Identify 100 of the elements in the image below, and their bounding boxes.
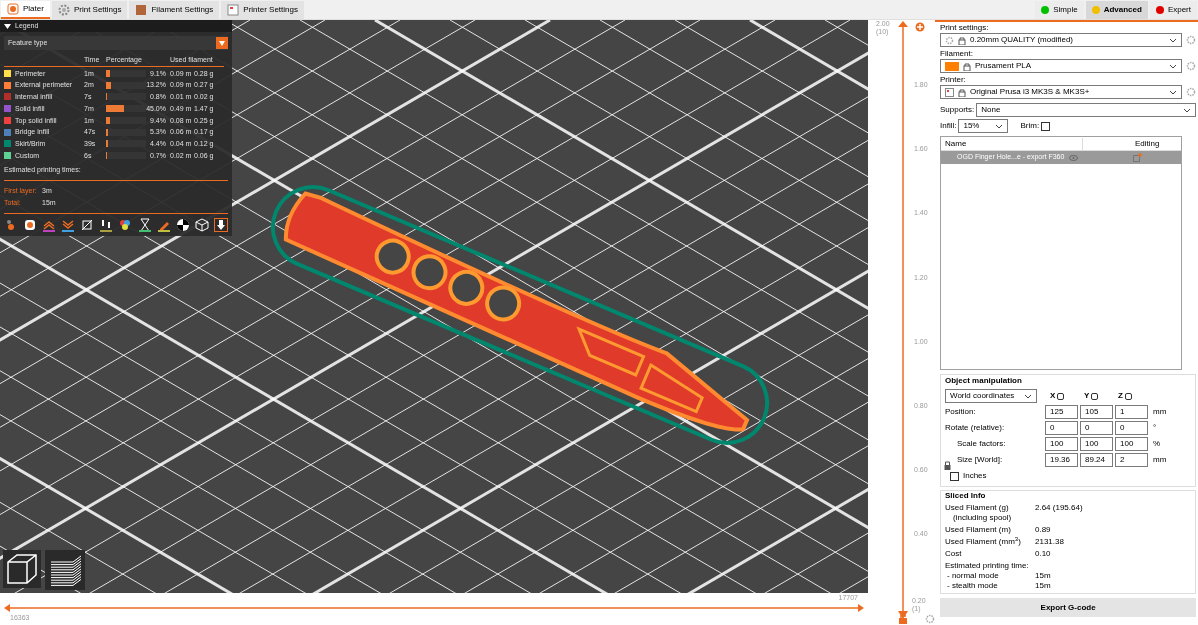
field-label: Size [World]: — [957, 454, 1004, 466]
vertical-slider-track[interactable] — [896, 21, 910, 621]
color-circles-icon[interactable] — [118, 217, 133, 232]
checkbox-label: Inches — [963, 470, 987, 482]
plus-thumb-icon[interactable] — [915, 22, 925, 32]
tab[interactable]: Filament Settings — [129, 0, 220, 19]
number-field[interactable]: 19.36 — [1045, 453, 1078, 467]
field-label: Position: — [945, 406, 977, 418]
horizontal-slider-track[interactable] — [4, 603, 864, 613]
axis-label: Z — [1118, 390, 1123, 402]
mode-button[interactable]: Expert — [1149, 0, 1197, 19]
info-value: 2131.38 — [1035, 537, 1064, 547]
dropdown[interactable]: None — [976, 103, 1197, 117]
reset-axis-icon[interactable] — [1091, 392, 1099, 400]
info-value: 2.64 (195.64) — [1035, 503, 1083, 514]
info-label: Used Filament (m) — [945, 525, 1012, 535]
number-field[interactable]: 100 — [1045, 437, 1078, 451]
dropdown[interactable]: World coordinates — [945, 389, 1037, 403]
checkbox[interactable] — [1041, 121, 1051, 131]
reset-axis-icon[interactable] — [1057, 392, 1065, 400]
field-label: Rotate (relative): — [945, 422, 1006, 434]
field-label: Print settings: — [940, 23, 990, 33]
section-title: Sliced Info — [945, 491, 987, 501]
field-label: Supports: — [940, 104, 975, 116]
triangle-icon — [4, 22, 11, 30]
info-value: 15m — [1035, 581, 1051, 591]
number-field[interactable]: 105 — [1080, 405, 1113, 419]
padlock-icon — [958, 87, 966, 97]
info-label: - stealth mode — [946, 581, 999, 591]
number-field[interactable]: 1 — [1115, 405, 1148, 419]
chevron-down-icon — [1183, 107, 1192, 113]
unit-label: mm — [1153, 454, 1167, 466]
number-field[interactable]: 100 — [1080, 437, 1113, 451]
printer-icon — [227, 3, 240, 16]
number-field[interactable]: 0 — [1045, 421, 1078, 435]
number-field[interactable]: 0 — [1115, 421, 1148, 435]
tab[interactable]: Print Settings — [51, 0, 128, 19]
info-label: Used Filament (mm$^{3}$) — [945, 537, 1022, 547]
sliced-square-icon[interactable] — [80, 217, 95, 232]
number-field[interactable]: 125 — [1045, 405, 1078, 419]
field-label: Brim: — [1020, 120, 1040, 132]
preset-value: Prusament PLA — [975, 60, 1033, 72]
hourglass-icon[interactable] — [137, 217, 152, 232]
mode-button[interactable]: Simple — [1035, 0, 1084, 19]
chevron-down-icon — [995, 123, 1004, 129]
column-header: Name — [941, 137, 1083, 150]
info-label: Used Filament (g) — [945, 503, 1010, 513]
axis-label: X — [1050, 390, 1056, 402]
number-field[interactable]: 0 — [1080, 421, 1113, 435]
padlock-icon[interactable] — [944, 461, 951, 470]
gear-icon — [57, 3, 70, 16]
export-gcode-button[interactable]: Export G-code — [940, 598, 1197, 617]
tab[interactable]: Plater — [1, 0, 50, 19]
section-title: Object manipulation — [945, 375, 1023, 387]
cube-view-icon[interactable] — [3, 550, 41, 588]
mode-button[interactable]: Advanced — [1085, 0, 1148, 19]
padlock-icon — [958, 35, 966, 45]
number-field[interactable]: 89.24 — [1080, 453, 1113, 467]
unit-label: % — [1153, 438, 1161, 450]
checkbox[interactable] — [950, 471, 959, 481]
info-value: 15m — [1035, 571, 1051, 581]
field-label: Filament: — [940, 49, 974, 59]
preset-value: 0.20mm QUALITY (modified) — [970, 34, 1074, 46]
gear-icon — [945, 35, 954, 45]
info-label: Estimated printing time: — [945, 561, 1030, 571]
chevron-down-icon — [1169, 37, 1178, 43]
eye-icon — [1069, 154, 1078, 161]
column-header: Editing — [1133, 137, 1161, 150]
chevron-down-icon — [1169, 63, 1178, 69]
preset-dropdown[interactable]: 0.20mm QUALITY (modified) — [940, 33, 1183, 47]
download-arrow-icon[interactable] — [213, 217, 228, 232]
dropdown[interactable]: 15% — [958, 119, 1009, 133]
number-field[interactable]: 100 — [1115, 437, 1148, 451]
preset-dropdown[interactable]: Original Prusa i3 MK3S & MK3S+ — [940, 85, 1183, 99]
tab[interactable]: Printer Settings — [221, 0, 304, 19]
number-field[interactable]: 2 — [1115, 453, 1148, 467]
printer-icon — [945, 87, 954, 97]
lock-icon[interactable] — [898, 614, 908, 624]
unit-label: mm — [1153, 406, 1167, 418]
layers-view-icon[interactable] — [45, 550, 85, 590]
field-label: Printer: — [940, 75, 967, 85]
unit-label: ° — [1153, 422, 1157, 434]
preset-dropdown[interactable]: Prusament PLA — [940, 59, 1183, 73]
reset-axis-icon[interactable] — [1124, 392, 1132, 400]
info-label: (including spool) — [952, 513, 1013, 523]
cube-icon[interactable] — [194, 217, 209, 232]
info-value: 0.10 — [1035, 549, 1051, 559]
plater-icon — [7, 2, 19, 15]
checker-circle-icon[interactable] — [175, 217, 190, 232]
info-label: Cost — [945, 549, 963, 559]
field-label: Infill: — [940, 120, 957, 132]
axis-label: Y — [1084, 390, 1090, 402]
chevron-down-icon — [1024, 393, 1032, 399]
spool-icon — [135, 3, 148, 16]
padlock-icon — [963, 61, 971, 71]
field-label: Scale factors: — [957, 438, 1007, 450]
dropdown-caret-icon — [216, 37, 228, 49]
chevrons-down-icon[interactable] — [61, 217, 76, 232]
preset-value: Original Prusa i3 MK3S & MK3S+ — [970, 86, 1091, 98]
chevron-down-icon — [1169, 89, 1178, 95]
